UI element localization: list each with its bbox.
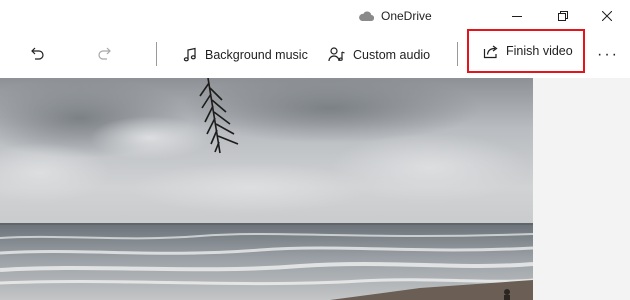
more-options-button[interactable]: ···	[594, 40, 622, 70]
restore-button[interactable]	[540, 0, 586, 32]
close-icon	[602, 11, 612, 21]
undo-icon	[29, 45, 45, 66]
cloud-icon	[358, 10, 374, 22]
more-icon: ···	[597, 46, 619, 63]
redo-icon	[97, 45, 113, 66]
custom-audio-button[interactable]: Custom audio	[328, 40, 430, 70]
video-editor-window: OneDrive Background music Custom audio F…	[0, 0, 630, 300]
undo-button[interactable]	[22, 40, 52, 70]
restore-icon	[558, 11, 568, 21]
music-note-icon	[182, 47, 198, 63]
right-panel	[533, 78, 630, 300]
video-preview	[0, 78, 533, 300]
minimize-icon	[512, 11, 522, 21]
finish-video-button[interactable]: Finish video	[467, 29, 585, 73]
toolbar-divider	[457, 42, 458, 66]
background-music-button[interactable]: Background music	[182, 40, 308, 70]
title-bar: OneDrive	[0, 0, 630, 32]
finish-video-label: Finish video	[506, 44, 573, 58]
redo-button[interactable]	[90, 40, 120, 70]
onedrive-label: OneDrive	[381, 9, 432, 23]
close-button[interactable]	[584, 0, 630, 32]
background-music-label: Background music	[205, 48, 308, 62]
toolbar-divider	[156, 42, 157, 66]
minimize-button[interactable]	[494, 0, 540, 32]
person-audio-icon	[328, 46, 346, 64]
toolbar: Background music Custom audio Finish vid…	[0, 29, 630, 78]
video-frame-image	[0, 78, 533, 300]
share-icon	[483, 43, 499, 59]
custom-audio-label: Custom audio	[353, 48, 431, 62]
onedrive-account[interactable]: OneDrive	[358, 6, 432, 26]
